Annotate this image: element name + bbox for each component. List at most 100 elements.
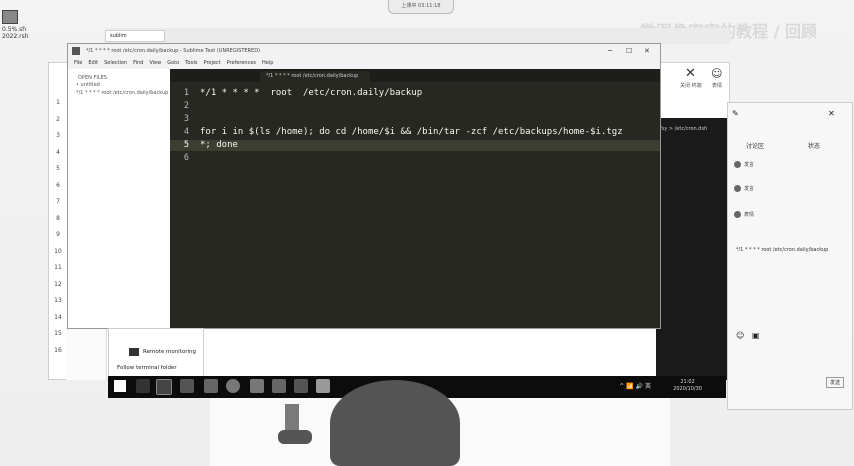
menu-goto[interactable]: Goto (167, 58, 179, 69)
title-bar: */1 * * * * root /etc/cron.daily/backup … (68, 44, 660, 58)
editor-tabbar: */1 * * * * root /etc/cron.daily/backup (170, 69, 660, 82)
remote-monitoring-option[interactable]: Remote monitoring (143, 349, 196, 355)
system-tray[interactable]: ^ 📶 🔊 英 (619, 381, 651, 390)
code-line[interactable]: */1 * * * * root /etc/cron.daily/backup (200, 88, 422, 98)
back-line-number: 10 (54, 247, 62, 255)
back-line-number: 16 (54, 346, 62, 354)
menu-tools[interactable]: Tools (185, 58, 197, 69)
line-number: 2 (183, 101, 189, 111)
emoji-icon[interactable]: ☺ (736, 331, 744, 340)
back-window-tabbar (106, 28, 731, 44)
sublime-window: */1 * * * * root /etc/cron.daily/backup … (67, 43, 661, 329)
back-window-line-numbers: 1 2 3 4 5 6 7 8 9 10 11 12 13 14 15 16 (48, 95, 68, 359)
avatar (734, 211, 741, 218)
chat-message: 发言 (744, 162, 755, 168)
menu-bar: File Edit Selection Find View Goto Tools Projec… (68, 58, 660, 69)
line-number: 4 (183, 127, 189, 137)
back-line-number: 1 (56, 99, 60, 106)
photo-shoe (278, 430, 312, 444)
back-line-number: 2 (56, 115, 60, 123)
line-number: 3 (183, 114, 189, 124)
back-line-number: 15 (54, 330, 62, 337)
x-close-icon[interactable]: ✕ (685, 66, 696, 81)
clock-date: 2020/10/30 (673, 386, 702, 392)
clock[interactable]: 21:02 2020/10/30 (673, 379, 702, 393)
tab-discussion[interactable]: 讨论区 (746, 141, 764, 150)
line-number: 6 (183, 153, 189, 163)
task-view-icon[interactable] (156, 379, 172, 395)
file-icon (2, 10, 18, 24)
meeting-timer-pill[interactable]: 上课中 03:11:18 (388, 0, 454, 14)
sidebar-header: OPEN FILES (78, 75, 107, 81)
sidebar: OPEN FILES • untitled */1 * * * * root /… (68, 69, 171, 328)
monitor-icon (129, 348, 139, 356)
folder-icon[interactable] (204, 379, 218, 393)
photo-person (330, 380, 460, 466)
menu-selection[interactable]: Selection (104, 58, 127, 69)
chat-message: 发言 (744, 186, 755, 192)
window-title: */1 * * * * root /etc/cron.daily/backup … (86, 48, 260, 54)
back-line-number: 8 (56, 214, 60, 222)
tool-label-close: 关闭 终端 (680, 83, 702, 89)
back-line-number: 5 (56, 165, 60, 172)
tab-status[interactable]: 状态 (808, 141, 820, 150)
back-line-number: 4 (56, 148, 60, 156)
back-line-number: 11 (54, 264, 62, 271)
minimize-icon[interactable]: ─ (608, 44, 612, 58)
menu-edit[interactable]: Edit (88, 58, 98, 69)
sublime-app-icon (72, 47, 80, 55)
line-number: 5 (183, 140, 189, 150)
back-line-number: 3 (56, 132, 60, 139)
close-icon[interactable]: ✕ (828, 109, 835, 118)
back-line-number: 12 (54, 280, 62, 288)
app-icon[interactable] (272, 379, 286, 393)
tool-label-emoji: 表情 (712, 83, 723, 89)
maximize-icon[interactable]: ☐ (626, 44, 632, 58)
chat-panel: ✎ ✕ 讨论区 状态 发言 发言 表情 */1 * * * * root /et… (727, 102, 853, 410)
send-button[interactable]: 发送 (825, 377, 844, 388)
app-icon[interactable] (250, 379, 264, 393)
sidebar-file[interactable]: */1 * * * * root /etc/cron.daily/backup (76, 90, 168, 96)
editor-tab[interactable]: */1 * * * * root /etc/cron.daily/backup (260, 71, 370, 82)
code-editor[interactable]: 1 2 3 4 5 6 */1 * * * * root /etc/cron.daily/b… (170, 82, 660, 328)
chat-message-path: */1 * * * * root /etc/cron.daily/backup (736, 247, 829, 253)
sublime-taskbar-icon[interactable] (316, 379, 330, 393)
desktop-shortcut[interactable]: 0.5%.sh 2022.rsh (2, 10, 32, 40)
code-line[interactable]: for i in $(ls /home); do cd /home/$i && … (200, 127, 623, 137)
search-icon[interactable] (136, 379, 150, 393)
terminal-icon[interactable] (294, 379, 308, 393)
terminal-text: /sy > /etc/cron.dsh (660, 126, 708, 132)
menu-project[interactable]: Project (204, 58, 221, 69)
back-line-number: 6 (56, 181, 60, 189)
chat-message: 表情 (744, 212, 755, 218)
back-line-number: 7 (56, 198, 60, 205)
desktop-shortcut-label: 0.5%.sh 2022.rsh (2, 26, 29, 40)
back-line-number: 13 (54, 297, 62, 304)
menu-view[interactable]: View (149, 58, 161, 69)
current-line-highlight (170, 140, 660, 151)
follow-terminal-folder-option[interactable]: Follow terminal folder (117, 365, 177, 371)
context-popup: Remote monitoring Follow terminal folder (108, 328, 204, 378)
back-window-tab[interactable]: sublim (105, 30, 165, 42)
pin-icon[interactable]: ✎ (732, 109, 739, 118)
menu-file[interactable]: File (74, 58, 82, 69)
image-icon[interactable]: ▣ (752, 331, 760, 340)
menu-find[interactable]: Find (133, 58, 143, 69)
line-number: 1 (183, 88, 189, 98)
clock-time: 21:02 (680, 379, 695, 385)
code-line[interactable]: *; done (200, 140, 238, 150)
windows-start-icon[interactable] (114, 380, 126, 392)
menu-help[interactable]: Help (262, 58, 273, 69)
terminal-pane (656, 118, 728, 380)
close-icon[interactable]: ✕ (644, 44, 650, 58)
emoji-icon[interactable]: ☺ (711, 67, 722, 80)
back-line-number: 9 (56, 231, 60, 238)
avatar (734, 185, 741, 192)
back-line-number: 14 (54, 313, 62, 321)
app-icon[interactable] (180, 379, 194, 393)
browser-icon[interactable] (226, 379, 240, 393)
avatar (734, 161, 741, 168)
sidebar-file[interactable]: • untitled (76, 82, 100, 88)
chat-tabs: 讨论区 状态 (728, 139, 852, 151)
menu-preferences[interactable]: Preferences (227, 58, 256, 69)
